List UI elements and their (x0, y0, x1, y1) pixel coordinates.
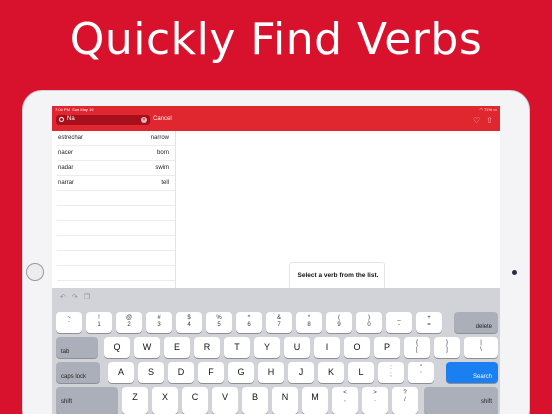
key-3[interactable]: #3 (146, 312, 172, 333)
key-o[interactable]: O (344, 337, 370, 358)
verb-spanish: estrechar (58, 135, 84, 141)
key-c[interactable]: C (182, 387, 208, 414)
share-icon[interactable]: ⇧ (486, 116, 493, 125)
empty-row (57, 251, 175, 266)
key-e[interactable]: E (164, 337, 190, 358)
key-period[interactable]: >. (362, 387, 388, 414)
key-i[interactable]: I (314, 337, 340, 358)
key-g[interactable]: G (228, 362, 254, 383)
key-l[interactable]: L (348, 362, 374, 383)
list-item[interactable]: estrechar narrow (57, 131, 175, 146)
list-nav-bar: 7:04 PM Sun May 19 Na × Cancel (52, 106, 176, 131)
home-button (26, 263, 44, 281)
verb-english: narrow (150, 135, 169, 141)
camera-dot (512, 270, 517, 275)
key-0[interactable]: ) 0 (356, 312, 382, 333)
on-screen-keyboard: ↶↷❐ ~ ` ! 1 @2 #3 $4 % 5 ^ 6 & 7 * 8 (9 ) 0 _ - … (52, 288, 500, 414)
key-x[interactable]: X (152, 387, 178, 414)
key-tilde[interactable]: ~ ` (56, 312, 82, 333)
verb-spanish: nacer (58, 150, 74, 156)
verb-list: estrechar narrow nacer born nadar swim n… (52, 131, 176, 293)
key-bracket-right[interactable]: }] (434, 337, 460, 358)
key-r[interactable]: R (194, 337, 220, 358)
search-text: Na (67, 116, 75, 122)
key-d[interactable]: D (168, 362, 194, 383)
key-6[interactable]: ^ 6 (236, 312, 262, 333)
battery-icon: ▭ (493, 107, 497, 112)
key-slash[interactable]: ? / (392, 387, 418, 414)
key-h[interactable]: H (258, 362, 284, 383)
key-j[interactable]: J (288, 362, 314, 383)
caps-lock-key[interactable]: caps lock (56, 362, 100, 383)
empty-state-message: Select a verb from the list. (297, 272, 379, 279)
key-7[interactable]: & 7 (266, 312, 292, 333)
key-u[interactable]: U (284, 337, 310, 358)
clear-icon[interactable]: × (141, 117, 147, 123)
keyboard-toolbar: ↶↷❐ (60, 293, 96, 301)
delete-key[interactable]: delete (454, 312, 498, 333)
key-p[interactable]: P (374, 337, 400, 358)
status-clock: 7:04 PM (55, 107, 70, 112)
paste-icon[interactable]: ❐ (84, 294, 96, 301)
shift-left-key[interactable]: shift (56, 387, 118, 414)
key-b[interactable]: B (242, 387, 268, 414)
verb-english: tell (161, 180, 169, 186)
cancel-button[interactable]: Cancel (153, 116, 172, 122)
shift-right-key[interactable]: shift (424, 387, 498, 414)
battery-percent: 71% (484, 107, 493, 112)
key-v[interactable]: V (212, 387, 238, 414)
key-f[interactable]: F (198, 362, 224, 383)
key-z[interactable]: Z (122, 387, 148, 414)
search-key[interactable]: Search (446, 362, 498, 383)
key-equals[interactable]: + = (416, 312, 442, 333)
verb-spanish: nadar (58, 165, 74, 171)
status-time: 7:04 PM Sun May 19 (55, 107, 94, 112)
key-quote[interactable]: " ' (408, 362, 434, 383)
key-bracket-left[interactable]: {[ (404, 337, 430, 358)
key-minus[interactable]: _ - (386, 312, 412, 333)
status-date: Sun May 19 (72, 107, 94, 112)
empty-row (57, 266, 175, 281)
empty-row (57, 236, 175, 251)
key-w[interactable]: W (134, 337, 160, 358)
list-item[interactable]: narrar tell (57, 176, 175, 191)
empty-row (57, 191, 175, 206)
key-2[interactable]: @2 (116, 312, 142, 333)
key-semicolon[interactable]: :; (378, 362, 404, 383)
key-5[interactable]: % 5 (206, 312, 232, 333)
key-s[interactable]: S (138, 362, 164, 383)
verb-english: born (156, 150, 169, 156)
key-y[interactable]: Y (254, 337, 280, 358)
detail-nav-bar: ◠ 71% ▭ ♡ ⇧ (176, 106, 500, 131)
key-8[interactable]: * 8 (296, 312, 322, 333)
key-k[interactable]: K (318, 362, 344, 383)
key-backslash[interactable]: | \ (464, 337, 498, 358)
key-t[interactable]: T (224, 337, 250, 358)
key-q[interactable]: Q (104, 337, 130, 358)
key-m[interactable]: M (302, 387, 328, 414)
verb-spanish: narrar (58, 180, 75, 186)
key-comma[interactable]: <, (332, 387, 358, 414)
app-screen: 7:04 PM Sun May 19 Na × Cancel ◠ 71% ▭ ♡… (52, 106, 500, 414)
search-input[interactable]: Na × (56, 115, 150, 125)
undo-icon[interactable]: ↶ (60, 294, 72, 301)
search-icon (59, 117, 64, 122)
verb-english: swim (155, 165, 169, 171)
heart-icon[interactable]: ♡ (473, 116, 480, 125)
key-4[interactable]: $4 (176, 312, 202, 333)
headline: Quickly Find Verbs (69, 14, 483, 65)
empty-row (57, 206, 175, 221)
status-battery: ◠ 71% ▭ (479, 107, 497, 112)
empty-row (57, 221, 175, 236)
list-item[interactable]: nadar swim (57, 161, 175, 176)
key-1[interactable]: ! 1 (86, 312, 112, 333)
key-n[interactable]: N (272, 387, 298, 414)
list-item[interactable]: nacer born (57, 146, 175, 161)
redo-icon[interactable]: ↷ (72, 294, 84, 301)
wifi-icon: ◠ (479, 107, 483, 112)
key-a[interactable]: A (108, 362, 134, 383)
key-9[interactable]: (9 (326, 312, 352, 333)
tab-key[interactable]: tab (56, 337, 98, 358)
